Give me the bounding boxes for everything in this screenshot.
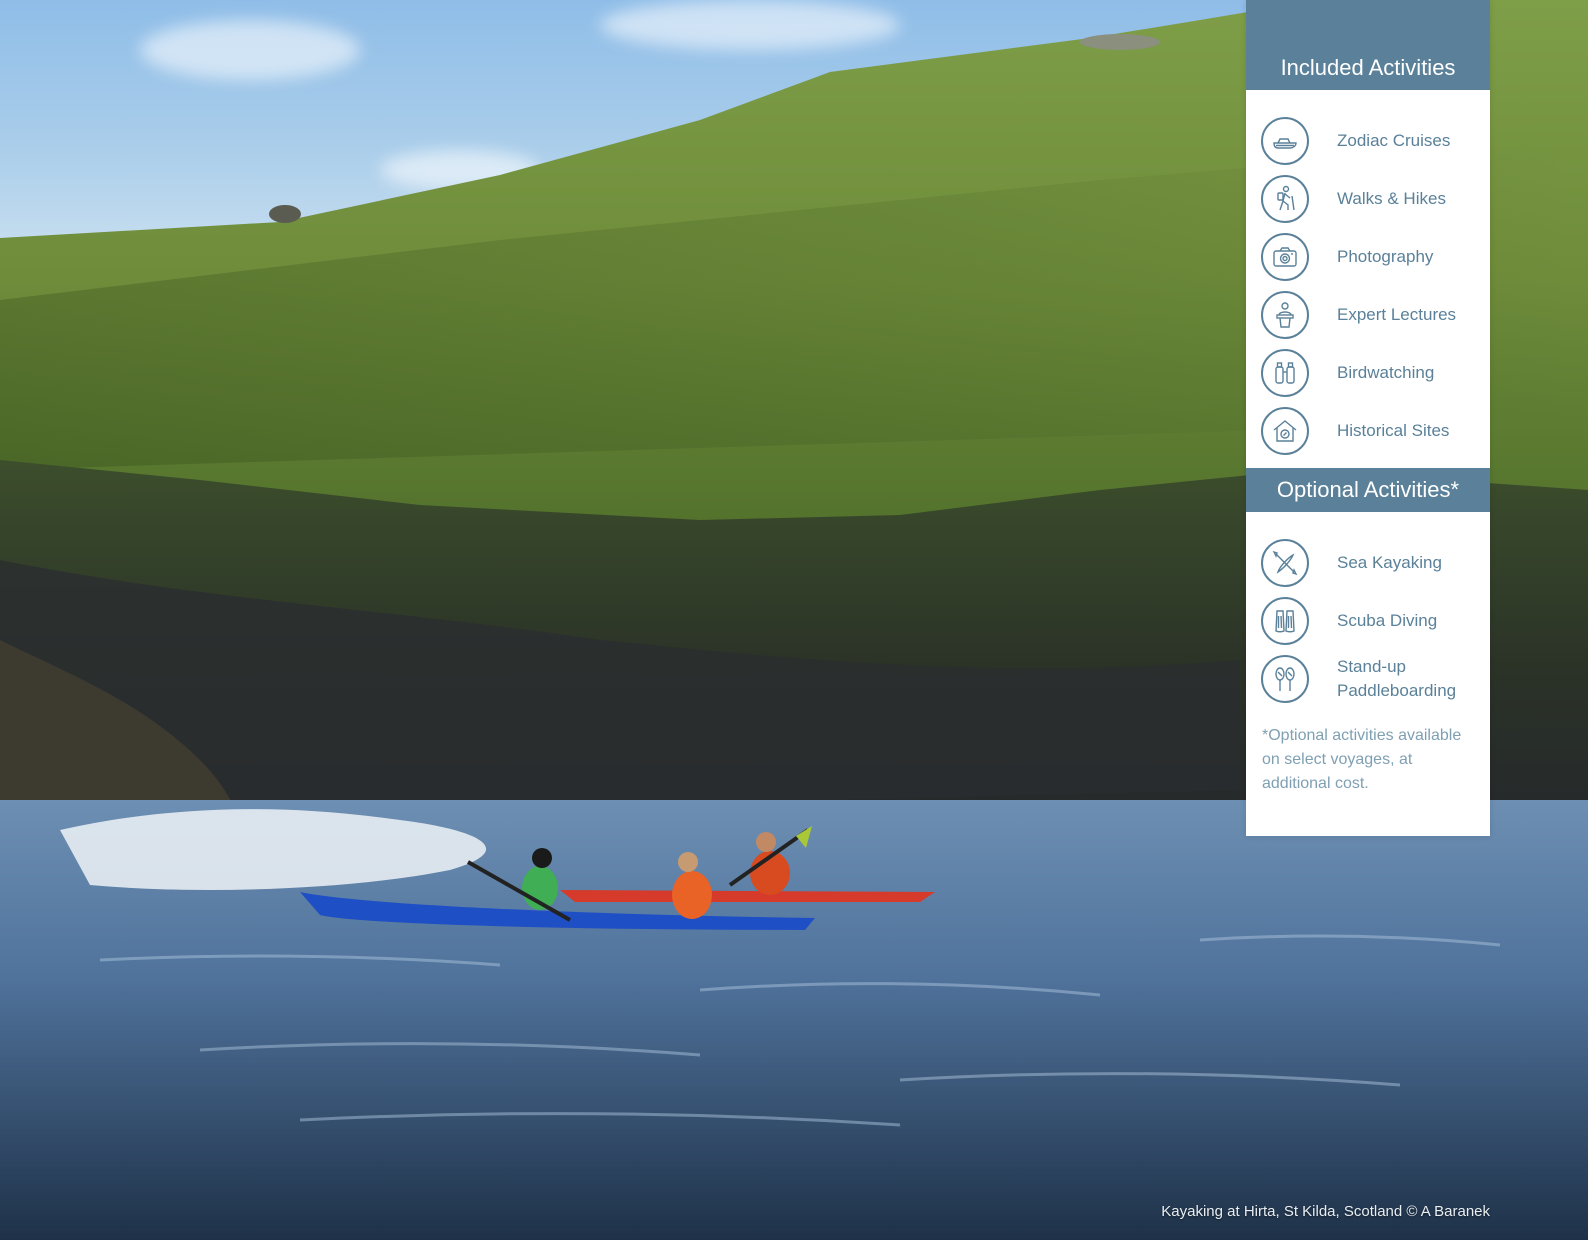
binoculars-icon — [1261, 349, 1309, 397]
list-item-label: Expert Lectures — [1337, 305, 1457, 324]
list-item-label: Walks & Hikes — [1337, 189, 1446, 208]
list-item-label: Zodiac Cruises — [1337, 131, 1451, 150]
list-item-expert-lectures: Expert Lectures — [1246, 286, 1490, 344]
list-item-birdwatching: Birdwatching — [1246, 344, 1490, 402]
list-item-label: Stand-up Paddleboarding — [1337, 657, 1457, 700]
kayak-icon — [1261, 539, 1309, 587]
activities-panel: Included Activities Zodiac Cruises Walks… — [1246, 0, 1490, 836]
list-item-sea-kayaking: Sea Kayaking — [1246, 534, 1490, 592]
brochure-page: Included Activities Zodiac Cruises Walks… — [0, 0, 1588, 1240]
list-item-historical-sites: Historical Sites — [1246, 402, 1490, 460]
list-item-label: Birdwatching — [1337, 363, 1435, 382]
flippers-icon — [1261, 597, 1309, 645]
optional-activities-footnote: *Optional activities available on select… — [1262, 727, 1462, 792]
paddleboard-icon — [1261, 655, 1309, 703]
list-item-label: Historical Sites — [1337, 421, 1450, 440]
zodiac-boat-icon — [1261, 117, 1309, 165]
list-item-scuba-diving: Scuba Diving — [1246, 592, 1490, 650]
optional-activities-title: Optional Activities* — [1246, 468, 1490, 512]
list-item-walks-hikes: Walks & Hikes — [1246, 170, 1490, 228]
list-item-photography: Photography — [1246, 228, 1490, 286]
camera-icon — [1261, 233, 1309, 281]
list-item-label: Sea Kayaking — [1337, 553, 1442, 572]
optional-activities-list: Sea Kayaking Scuba Diving Stand-up Paddl… — [1246, 512, 1490, 708]
included-activities-list: Zodiac Cruises Walks & Hikes Photography… — [1246, 90, 1490, 468]
list-item-zodiac-cruises: Zodiac Cruises — [1246, 112, 1490, 170]
lecturer-icon — [1261, 291, 1309, 339]
list-item-paddleboarding: Stand-up Paddleboarding — [1246, 650, 1490, 708]
list-item-label: Photography — [1337, 247, 1434, 266]
list-item-label: Scuba Diving — [1337, 611, 1438, 630]
hiker-icon — [1261, 175, 1309, 223]
historic-house-icon — [1261, 407, 1309, 455]
photo-caption: Kayaking at Hirta, St Kilda, Scotland © … — [1161, 1203, 1490, 1220]
included-activities-title: Included Activities — [1246, 0, 1490, 90]
